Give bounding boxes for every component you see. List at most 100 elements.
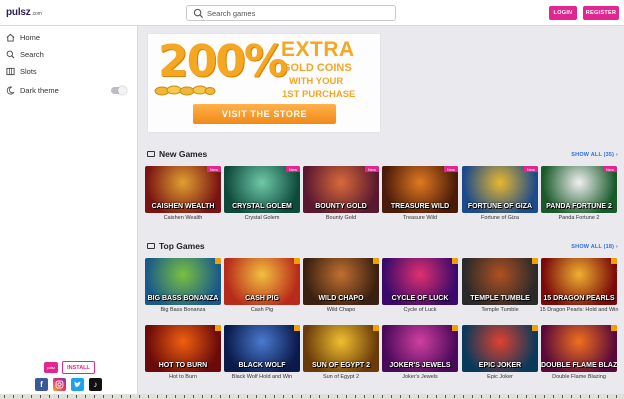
- game-tile[interactable]: CYCLE OF LUCK: [382, 258, 458, 305]
- game-name[interactable]: Cash Pig: [222, 307, 302, 314]
- strip-tick: [517, 395, 518, 398]
- sidebar-item-slots[interactable]: Slots: [6, 65, 37, 77]
- game-name[interactable]: Big Bass Bonanza: [143, 307, 223, 314]
- game-tile[interactable]: CAISHEN WEALTH New: [145, 166, 221, 213]
- new-badge: New: [444, 166, 458, 172]
- strip-tick: [400, 395, 401, 398]
- new-games-show-all-link[interactable]: SHOW ALL (35) ›: [571, 152, 618, 158]
- strip-tick: [40, 395, 41, 398]
- corner-badge: [611, 325, 617, 331]
- strip-tick: [463, 395, 464, 398]
- top-games-show-all-link[interactable]: SHOW ALL (18) ›: [571, 244, 618, 250]
- game-tile[interactable]: TEMPLE TUMBLE: [462, 258, 538, 305]
- instagram-icon[interactable]: [53, 378, 66, 391]
- corner-badge: [215, 325, 221, 331]
- game-art-title: EPIC JOKER: [478, 362, 522, 369]
- game-tile[interactable]: 15 DRAGON PEARLS: [541, 258, 617, 305]
- game-name[interactable]: Double Flame Blazing: [539, 374, 619, 381]
- top-games-heading: Top Games: [147, 240, 205, 252]
- login-button[interactable]: LOGIN: [549, 6, 577, 20]
- search-icon: [6, 50, 15, 58]
- game-tile[interactable]: HOT TO BURN: [145, 325, 221, 372]
- twitter-icon[interactable]: [71, 378, 84, 391]
- strip-tick: [193, 395, 194, 398]
- game-name[interactable]: Fortune of Giza: [460, 215, 540, 222]
- strip-tick: [202, 395, 203, 398]
- new-badge: New: [365, 166, 379, 172]
- game-name[interactable]: Cycle of Luck: [380, 307, 460, 314]
- show-all-label: SHOW ALL (35): [571, 152, 615, 158]
- game-tile[interactable]: BIG BASS BONANZA: [145, 258, 221, 305]
- strip-tick: [355, 395, 356, 398]
- strip-tick: [373, 395, 374, 398]
- game-tile[interactable]: EPIC JOKER: [462, 325, 538, 372]
- game-name[interactable]: Wild Chapo: [301, 307, 381, 314]
- game-name[interactable]: Hot to Burn: [143, 374, 223, 381]
- corner-badge: [373, 325, 379, 331]
- new-badge: New: [603, 166, 617, 172]
- dark-theme-toggle[interactable]: [111, 86, 127, 95]
- game-tile[interactable]: DOUBLE FLAME BLAZING: [541, 325, 617, 372]
- game-name[interactable]: Temple Tumble: [460, 307, 540, 314]
- game-name[interactable]: Black Wolf Hold and Win: [222, 374, 302, 381]
- game-art-title: BLACK WOLF: [238, 362, 286, 369]
- logo-suffix: .com: [31, 11, 42, 17]
- register-button[interactable]: REGISTER: [583, 6, 619, 20]
- new-games-heading: New Games: [147, 148, 207, 160]
- game-tile[interactable]: CASH PIG: [224, 258, 300, 305]
- strip-tick: [211, 395, 212, 398]
- game-art-title: SUN OF EGYPT 2: [312, 362, 370, 369]
- game-art-title: PANDA FORTUNE 2: [546, 203, 612, 210]
- bottom-strip: [0, 394, 624, 399]
- strip-tick: [265, 395, 266, 398]
- search-bar[interactable]: [186, 5, 396, 21]
- carousel-next-icon[interactable]: ›: [615, 265, 623, 277]
- game-tile[interactable]: BLACK WOLF: [224, 325, 300, 372]
- game-tile[interactable]: TREASURE WILD New: [382, 166, 458, 213]
- game-art-title: DOUBLE FLAME BLAZING: [541, 362, 617, 369]
- game-tile[interactable]: SUN OF EGYPT 2: [303, 325, 379, 372]
- tiktok-icon[interactable]: ♪: [89, 378, 102, 391]
- new-badge: New: [286, 166, 300, 172]
- game-name[interactable]: Caishen Wealth: [143, 215, 223, 222]
- strip-tick: [229, 395, 230, 398]
- strip-tick: [499, 395, 500, 398]
- gold-coins-icon: [154, 85, 216, 96]
- strip-tick: [382, 395, 383, 398]
- strip-tick: [445, 395, 446, 398]
- search-icon: [193, 8, 204, 19]
- corner-badge: [215, 258, 221, 264]
- game-art-title: HOT TO BURN: [158, 362, 208, 369]
- new-badge: New: [524, 166, 538, 172]
- install-button[interactable]: INSTALL: [62, 361, 95, 374]
- search-input[interactable]: [207, 7, 393, 19]
- game-tile[interactable]: CRYSTAL GOLEM New: [224, 166, 300, 213]
- sidebar-item-search[interactable]: Search: [6, 48, 44, 60]
- promo-banner[interactable]: 200% EXTRA GOLD COINS WITH YOUR 1ST PURC…: [147, 33, 381, 133]
- game-name[interactable]: Bounty Gold: [301, 215, 381, 222]
- game-tile[interactable]: BOUNTY GOLD New: [303, 166, 379, 213]
- game-art-title: BIG BASS BONANZA: [147, 295, 219, 302]
- section-title: Top Games: [159, 241, 205, 251]
- game-tile[interactable]: JOKER'S JEWELS: [382, 325, 458, 372]
- corner-badge: [294, 325, 300, 331]
- promo-extra: EXTRA: [281, 38, 355, 61]
- facebook-icon[interactable]: f: [35, 378, 48, 391]
- section-title: New Games: [159, 149, 208, 159]
- sidebar-item-home[interactable]: Home: [6, 31, 40, 43]
- strip-tick: [31, 395, 32, 398]
- game-tile[interactable]: WILD CHAPO: [303, 258, 379, 305]
- game-tile[interactable]: PANDA FORTUNE 2 New: [541, 166, 617, 213]
- game-name[interactable]: Crystal Golem: [222, 215, 302, 222]
- game-name[interactable]: 15 Dragon Pearls: Hold and Win: [539, 307, 619, 314]
- game-name[interactable]: Joker's Jewels: [380, 374, 460, 381]
- site-logo[interactable]: pulsz.com: [6, 7, 42, 18]
- game-name[interactable]: Treasure Wild: [380, 215, 460, 222]
- game-tile[interactable]: FORTUNE OF GIZA New: [462, 166, 538, 213]
- game-name[interactable]: Sun of Egypt 2: [301, 374, 381, 381]
- visit-store-button[interactable]: VISIT THE STORE: [193, 104, 336, 124]
- game-name[interactable]: Epic Joker: [460, 374, 540, 381]
- strip-tick: [598, 395, 599, 398]
- game-name[interactable]: Panda Fortune 2: [539, 215, 619, 222]
- game-art-title: CYCLE OF LUCK: [391, 295, 449, 302]
